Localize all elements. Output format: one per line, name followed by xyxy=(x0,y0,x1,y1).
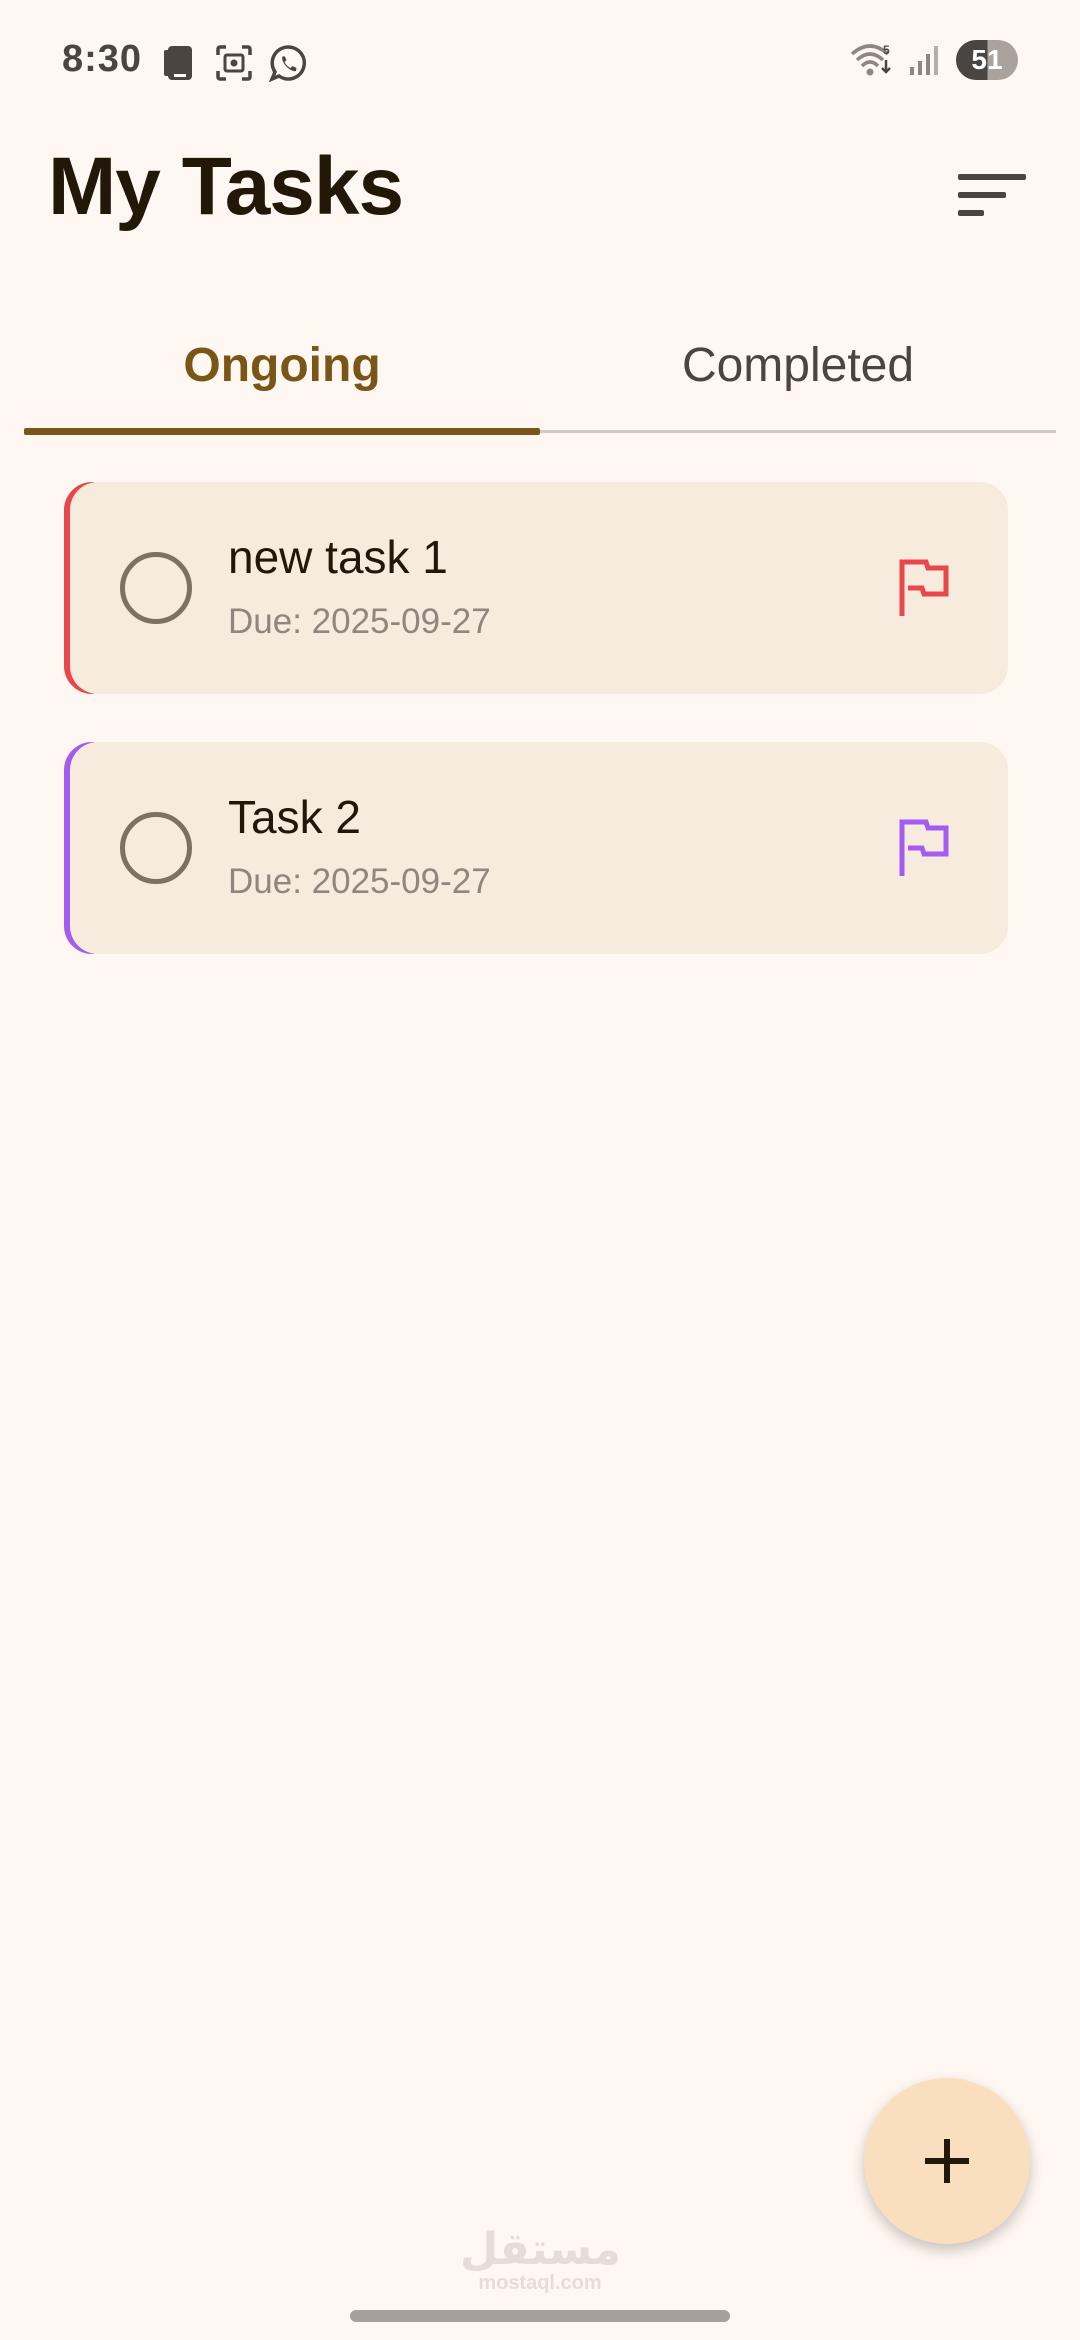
status-bar: 8:30 5 51 xyxy=(0,0,1080,120)
wifi-icon: 5 xyxy=(850,43,891,76)
flag-icon xyxy=(899,819,949,876)
status-icons-right: 5 51 xyxy=(850,40,1018,80)
sort-button[interactable] xyxy=(950,160,1034,232)
screenshot-icon xyxy=(216,45,252,81)
wifi-label: 5 xyxy=(883,43,890,57)
task-card[interactable]: Task 2 Due: 2025-09-27 xyxy=(64,742,1008,954)
task-title: Task 2 xyxy=(228,791,361,843)
watermark-text: mostaql.com xyxy=(478,2272,602,2294)
watermark: مستقل mostaql.com xyxy=(460,2225,621,2295)
whatsapp-icon xyxy=(268,45,307,83)
battery-indicator: 51 xyxy=(956,40,1018,80)
complete-checkbox[interactable] xyxy=(120,812,192,884)
stripe-cap xyxy=(70,742,110,954)
status-time: 8:30 xyxy=(62,38,143,80)
task-due-date: Due: 2025-09-27 xyxy=(228,602,491,641)
sort-icon xyxy=(958,174,1026,216)
signal-icon xyxy=(910,46,938,75)
add-task-button[interactable] xyxy=(864,2078,1030,2244)
tab-ongoing[interactable]: Ongoing xyxy=(24,300,540,430)
task-due-date: Due: 2025-09-27 xyxy=(228,862,491,901)
complete-checkbox[interactable] xyxy=(120,552,192,624)
home-indicator[interactable] xyxy=(350,2310,730,2322)
page-title: My Tasks xyxy=(48,141,404,232)
tab-completed[interactable]: Completed xyxy=(540,300,1056,430)
task-card[interactable]: new task 1 Due: 2025-09-27 xyxy=(64,482,1008,694)
tab-completed-label: Completed xyxy=(681,338,915,392)
plus-icon xyxy=(925,2139,969,2183)
stripe-cap xyxy=(70,482,110,694)
watermark-logo: مستقل xyxy=(460,2225,621,2274)
flag-icon xyxy=(899,559,949,616)
task-title: new task 1 xyxy=(228,531,448,583)
tab-ongoing-label: Ongoing xyxy=(183,338,381,392)
device-icon xyxy=(164,46,192,80)
tab-bar: Ongoing Completed xyxy=(24,300,1056,436)
status-icons-left xyxy=(162,42,308,84)
tab-indicator xyxy=(24,428,540,435)
